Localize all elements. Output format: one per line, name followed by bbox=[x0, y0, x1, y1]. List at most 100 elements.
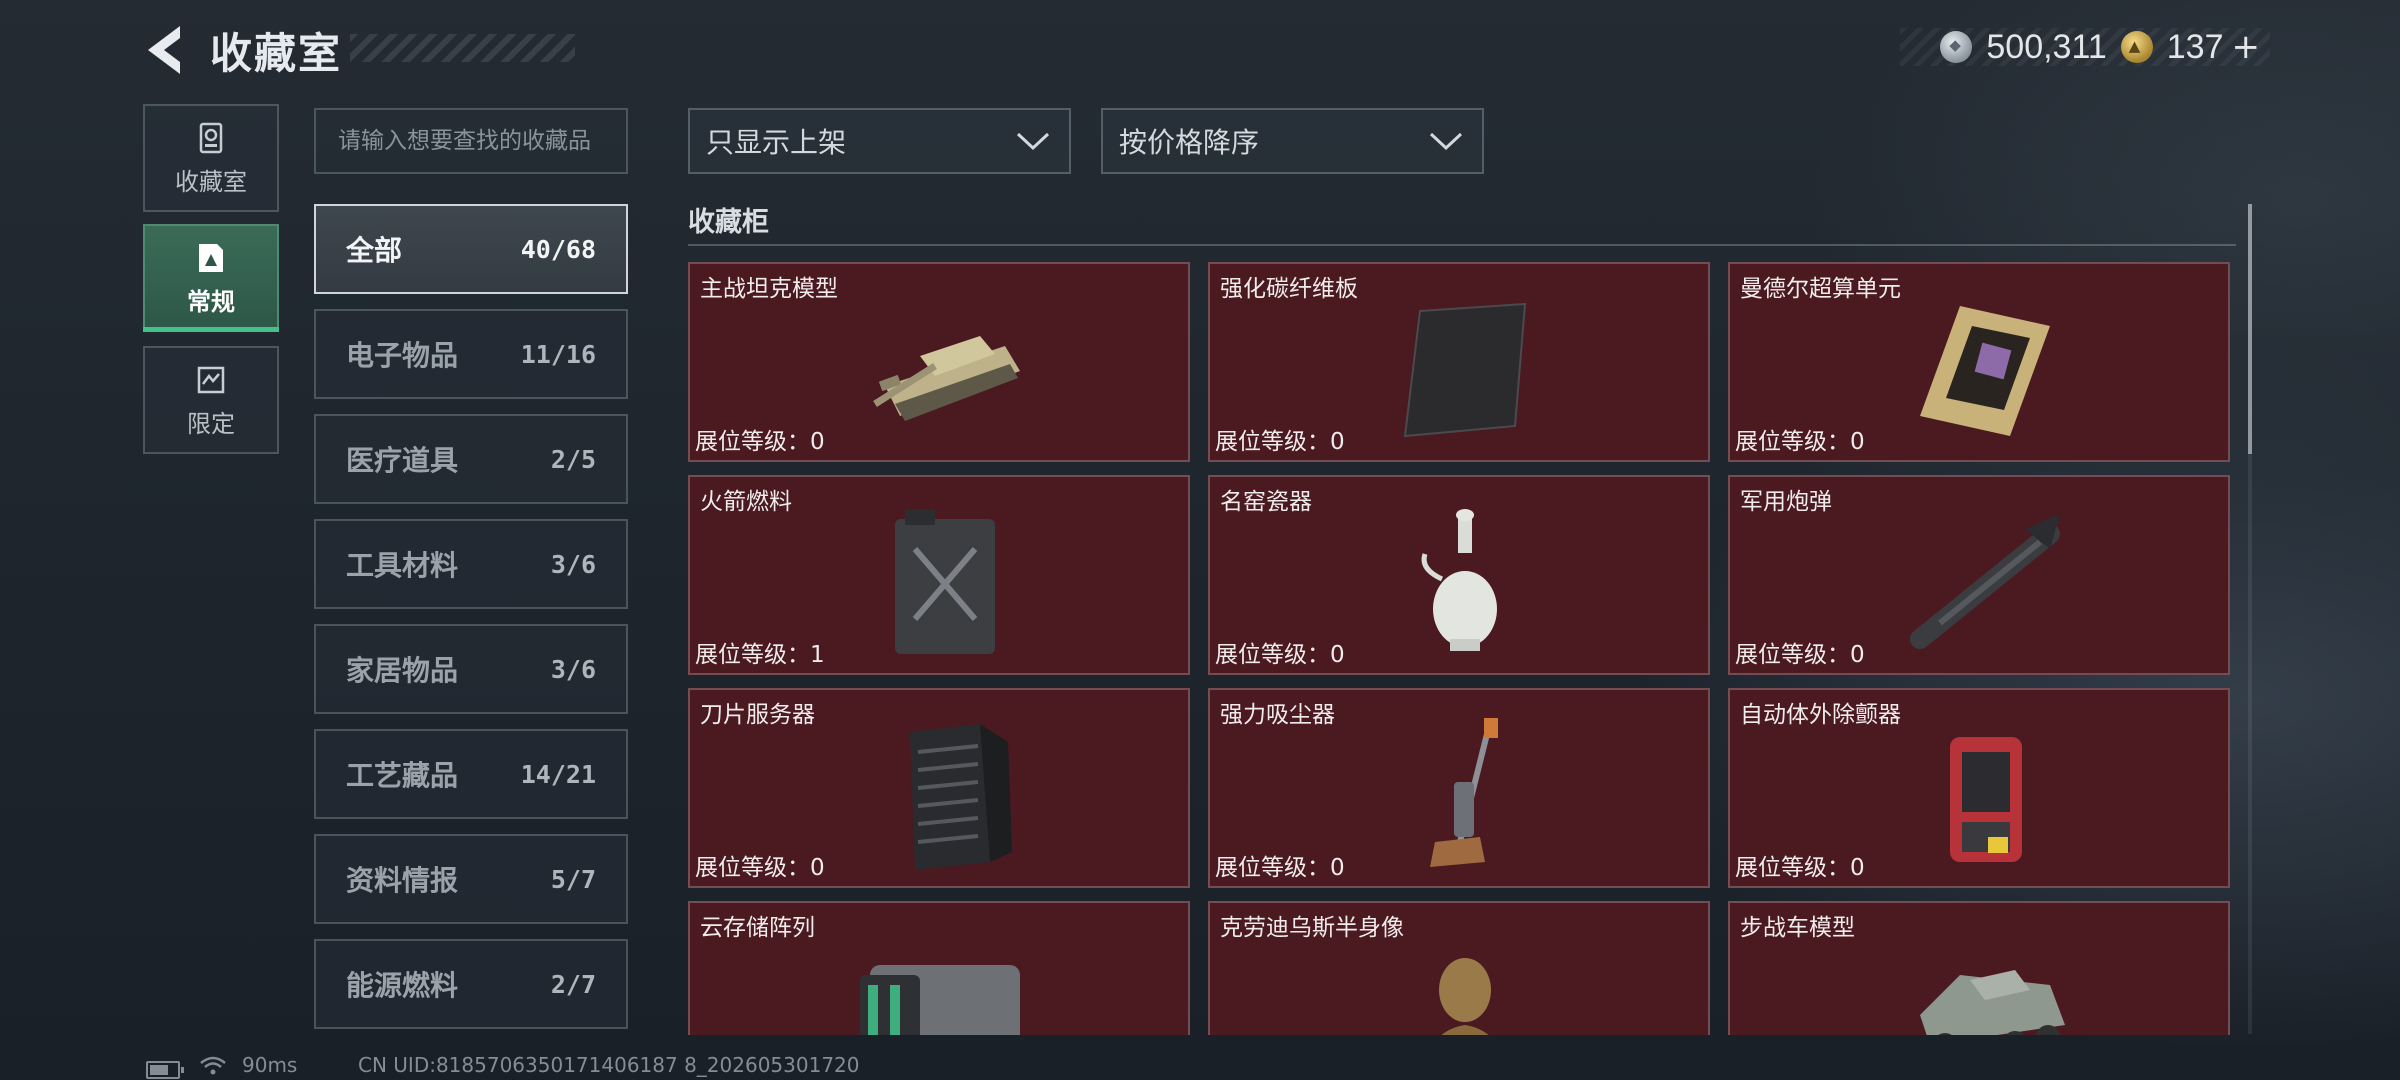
regular-icon bbox=[199, 244, 223, 272]
tank-icon bbox=[873, 336, 1020, 421]
display-level: 展位等级：0 bbox=[1735, 422, 1865, 456]
silver-balance: 500,311 bbox=[1986, 27, 2107, 66]
battery-icon bbox=[146, 1061, 184, 1079]
display-level-label: 展位等级： bbox=[695, 855, 810, 881]
category-name: 医疗道具 bbox=[346, 444, 459, 477]
display-level-value: 0 bbox=[810, 855, 825, 881]
category-count: 14/21 bbox=[520, 759, 596, 789]
page-title: 收藏室 bbox=[210, 29, 343, 78]
sort-dropdown[interactable]: 按价格降序 bbox=[1101, 108, 1484, 174]
back-button[interactable] bbox=[140, 22, 190, 78]
display-level: 展位等级：1 bbox=[695, 635, 825, 669]
missile-icon bbox=[1910, 514, 2060, 649]
collection-card[interactable]: 曼德尔超算单元 展位等级：0 bbox=[1728, 262, 2230, 462]
display-level-label: 展位等级： bbox=[695, 429, 810, 455]
collection-card[interactable]: 克劳迪乌斯半身像 bbox=[1208, 901, 1710, 1035]
rail-item-limited[interactable]: 限定 bbox=[143, 346, 279, 454]
collection-card[interactable]: 火箭燃料 展位等级：1 bbox=[688, 475, 1190, 675]
category-fuel[interactable]: 能源燃料 2/7 bbox=[314, 939, 628, 1029]
display-level-label: 展位等级： bbox=[1215, 429, 1330, 455]
card-name: 主战坦克模型 bbox=[700, 276, 838, 302]
collection-card[interactable]: 自动体外除颤器 展位等级：0 bbox=[1728, 688, 2230, 888]
scrollbar-thumb[interactable] bbox=[2248, 204, 2252, 454]
collection-room-icon bbox=[199, 122, 223, 154]
display-level-value: 0 bbox=[1330, 642, 1345, 668]
display-level: 展位等级：0 bbox=[695, 848, 825, 882]
display-level: 展位等级：0 bbox=[1215, 848, 1345, 882]
dropdown-value: 只显示上架 bbox=[706, 126, 847, 159]
card-name: 云存储阵列 bbox=[700, 915, 815, 941]
category-name: 全部 bbox=[346, 234, 403, 267]
display-level-label: 展位等级： bbox=[1735, 855, 1850, 881]
display-level-value: 0 bbox=[1850, 642, 1865, 668]
fuel-can-icon bbox=[895, 509, 995, 654]
blade-server-icon bbox=[910, 724, 1012, 870]
shelf-filter-dropdown[interactable]: 只显示上架 bbox=[688, 108, 1071, 174]
back-arrow-icon bbox=[148, 26, 180, 74]
section-title: 收藏柜 bbox=[688, 207, 769, 238]
category-tools[interactable]: 工具材料 3/6 bbox=[314, 519, 628, 609]
uid-display: CN UID:8185706350171406187 8_20260530172… bbox=[358, 1053, 860, 1077]
collection-card[interactable]: 军用炮弹 展位等级：0 bbox=[1728, 475, 2230, 675]
card-name: 克劳迪乌斯半身像 bbox=[1220, 915, 1404, 941]
display-level: 展位等级：0 bbox=[1215, 635, 1345, 669]
rail-label: 收藏室 bbox=[175, 168, 247, 196]
category-count: 5/7 bbox=[550, 864, 596, 894]
collection-card[interactable]: 刀片服务器 展位等级：0 bbox=[688, 688, 1190, 888]
category-all[interactable]: 全部 40/68 bbox=[314, 204, 628, 294]
category-name: 工艺藏品 bbox=[346, 759, 459, 792]
ping-display: 90ms bbox=[242, 1053, 298, 1077]
category-count: 3/6 bbox=[550, 654, 596, 684]
display-level-label: 展位等级： bbox=[1735, 642, 1850, 668]
carbon-plate-icon bbox=[1403, 302, 1527, 438]
vacuum-icon bbox=[1430, 718, 1498, 867]
collection-card[interactable]: 强力吸尘器 展位等级：0 bbox=[1208, 688, 1710, 888]
category-electronics[interactable]: 电子物品 11/16 bbox=[314, 309, 628, 399]
ifv-icon bbox=[1920, 970, 2065, 1035]
search-input[interactable]: 请输入想要查找的收藏品 bbox=[314, 108, 628, 174]
category-medical[interactable]: 医疗道具 2/5 bbox=[314, 414, 628, 504]
wifi-icon bbox=[200, 1056, 226, 1075]
card-name: 火箭燃料 bbox=[700, 489, 792, 515]
card-name: 强化碳纤维板 bbox=[1220, 276, 1358, 302]
add-currency-button[interactable]: + bbox=[2232, 27, 2261, 67]
card-name: 刀片服务器 bbox=[700, 702, 815, 728]
collection-card[interactable]: 名窑瓷器 展位等级：0 bbox=[1208, 475, 1710, 675]
category-name: 家居物品 bbox=[346, 654, 459, 687]
category-count: 3/6 bbox=[550, 549, 596, 579]
display-level-value: 0 bbox=[1330, 855, 1345, 881]
gold-coin-icon bbox=[2120, 31, 2153, 63]
display-level-label: 展位等级： bbox=[695, 642, 810, 668]
collection-card[interactable]: 强化碳纤维板 展位等级：0 bbox=[1208, 262, 1710, 462]
category-count: 2/5 bbox=[550, 444, 596, 474]
title-decoration bbox=[350, 34, 575, 62]
display-level: 展位等级：0 bbox=[695, 422, 825, 456]
currency-display: 500,311 137 + bbox=[1900, 27, 2270, 67]
category-name: 资料情报 bbox=[346, 864, 459, 897]
category-count: 40/68 bbox=[520, 234, 596, 264]
collection-card[interactable]: 步战车模型 bbox=[1728, 901, 2230, 1035]
card-name: 强力吸尘器 bbox=[1220, 702, 1335, 728]
display-level: 展位等级：0 bbox=[1735, 635, 1865, 669]
display-level-label: 展位等级： bbox=[1215, 642, 1330, 668]
porcelain-vase-icon bbox=[1421, 509, 1497, 651]
rail-label: 常规 bbox=[187, 288, 235, 316]
category-name: 电子物品 bbox=[346, 339, 459, 372]
display-level-value: 0 bbox=[1330, 429, 1345, 455]
collection-grid: 主战坦克模型 展位等级：0 强化碳纤维板 展位等级：0 曼德尔超算单元 展位等级… bbox=[688, 258, 2236, 1035]
rail-item-collection-room[interactable]: 收藏室 bbox=[143, 104, 279, 212]
category-crafts[interactable]: 工艺藏品 14/21 bbox=[314, 729, 628, 819]
collection-card[interactable]: 云存储阵列 bbox=[688, 901, 1190, 1035]
category-home[interactable]: 家居物品 3/6 bbox=[314, 624, 628, 714]
category-name: 能源燃料 bbox=[346, 969, 459, 1002]
section-divider bbox=[688, 244, 2236, 246]
category-intel[interactable]: 资料情报 5/7 bbox=[314, 834, 628, 924]
card-name: 军用炮弹 bbox=[1740, 489, 1832, 515]
collection-card[interactable]: 主战坦克模型 展位等级：0 bbox=[688, 262, 1190, 462]
category-count: 2/7 bbox=[550, 969, 596, 999]
rail-item-regular[interactable]: 常规 bbox=[143, 224, 279, 332]
gpu-card-icon bbox=[1920, 306, 2050, 436]
display-level-value: 0 bbox=[810, 429, 825, 455]
silver-coin-icon bbox=[1940, 31, 1973, 63]
category-name: 工具材料 bbox=[346, 549, 459, 582]
